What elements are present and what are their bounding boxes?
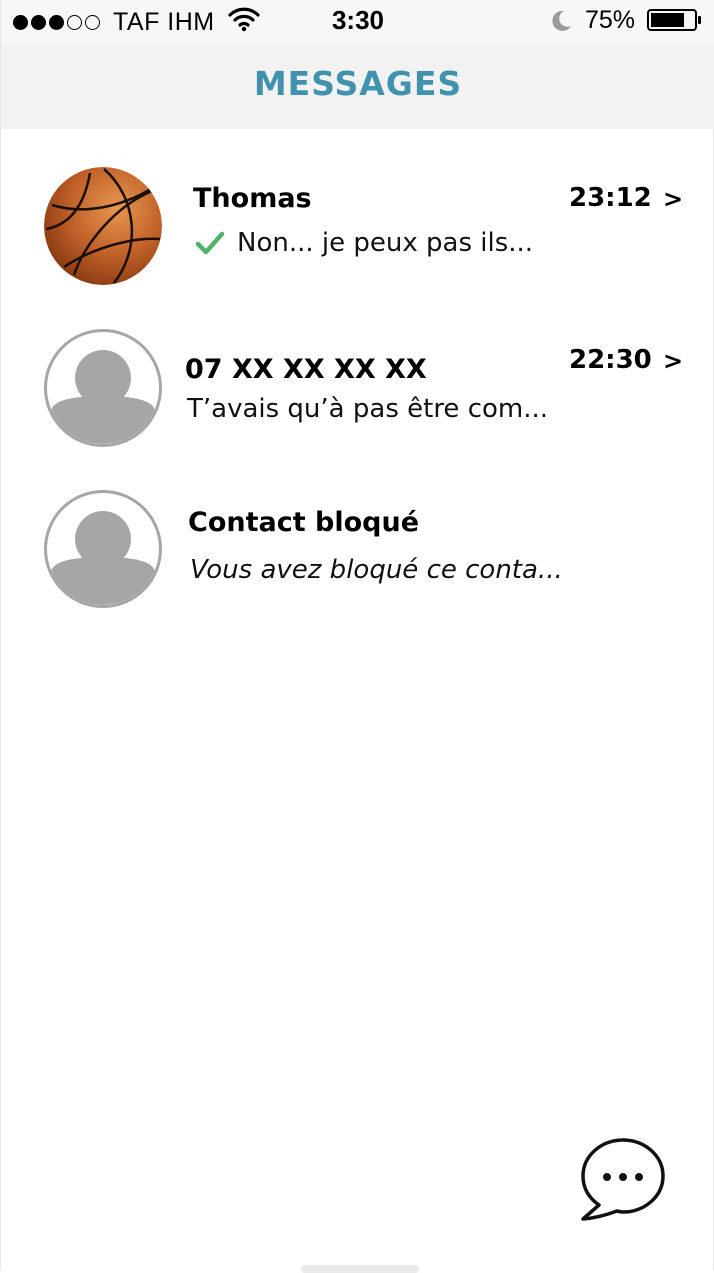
conversation-item-unknown-number[interactable]: 07 XX XX XX XX T’avais qu’à pas être com…	[1, 312, 714, 462]
moon-icon	[552, 10, 571, 31]
contact-name: 07 XX XX XX XX	[185, 354, 427, 385]
message-preview: Vous avez bloqué ce conta...	[190, 555, 563, 585]
navigation-header: MESSAGES	[1, 44, 714, 129]
chevron-right-icon: >	[663, 347, 684, 375]
message-time: 23:12	[569, 183, 652, 213]
checkmark-icon	[195, 231, 225, 255]
battery-icon	[647, 9, 701, 31]
chevron-right-icon: >	[663, 185, 684, 213]
battery-percentage: 75%	[585, 6, 636, 34]
conversation-item-blocked-contact[interactable]: Contact bloqué Vous avez bloqué ce conta…	[1, 473, 714, 623]
contact-name: Contact bloqué	[188, 507, 420, 538]
message-preview: Non... je peux pas ils...	[237, 228, 534, 258]
message-time: 22:30	[569, 345, 652, 375]
basketball-icon	[44, 167, 162, 285]
conversation-item-thomas[interactable]: Thomas Non... je peux pas ils... 23:12 >	[1, 150, 714, 300]
page-title: MESSAGES	[253, 64, 463, 103]
person-placeholder-icon	[44, 329, 162, 447]
chat-bubble-ellipsis-icon	[581, 1138, 665, 1221]
status-bar: TAF IHM 3:30 75%	[1, 0, 714, 44]
home-indicator	[301, 1265, 419, 1273]
message-preview: T’avais qu’à pas être com...	[187, 394, 549, 424]
new-message-button[interactable]	[577, 1136, 667, 1224]
app-screen: TAF IHM 3:30 75% MESSAGES Thomas Non... …	[0, 0, 714, 1273]
contact-name: Thomas	[193, 183, 312, 214]
person-placeholder-icon	[44, 490, 162, 608]
